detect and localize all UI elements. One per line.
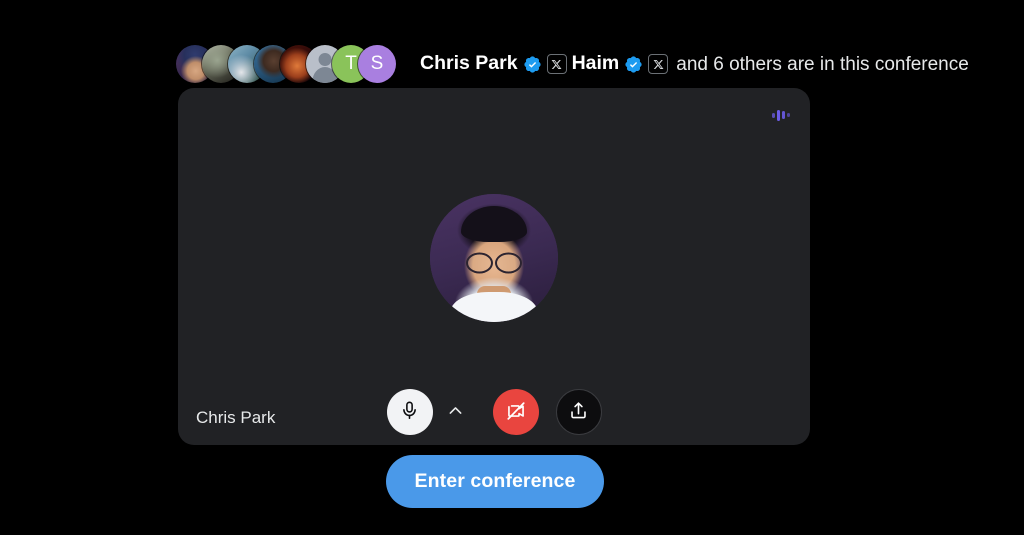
others-summary-label: and 6 others are in this conference (676, 53, 969, 75)
call-controls (178, 389, 810, 435)
conference-prejoin-screen: T S Chris Park Haim and 6 others are in … (0, 0, 1024, 535)
audio-level-indicator (772, 108, 790, 122)
camera-toggle-button[interactable] (492, 389, 539, 435)
share-button[interactable] (555, 389, 602, 435)
speaker-one-name[interactable]: Chris Park (420, 54, 518, 74)
portrait-glasses (466, 252, 522, 274)
video-preview-panel: Chris Park (178, 88, 810, 445)
microphone-icon (399, 400, 420, 424)
mic-toggle-button[interactable] (386, 389, 433, 435)
audio-level-bar (782, 111, 785, 119)
portrait-collar (450, 292, 538, 322)
portrait-hair (461, 205, 527, 242)
avatar (430, 194, 558, 322)
default-person-icon (318, 52, 332, 66)
participant-avatar-stack[interactable]: T S (176, 42, 396, 86)
audio-level-bar (772, 112, 775, 118)
avatar-portrait (430, 194, 558, 322)
x-affiliate-badge-icon[interactable] (546, 54, 567, 74)
conference-participants-header: T S Chris Park Haim and 6 others are in … (176, 42, 969, 86)
share-upload-icon (568, 400, 589, 424)
stack-avatar-8[interactable]: S (358, 45, 396, 83)
chevron-up-icon (446, 401, 465, 423)
portrait-lens-left (466, 252, 493, 274)
audio-level-bar (787, 113, 790, 117)
verified-badge-icon (523, 55, 542, 74)
verified-badge-icon-2 (624, 55, 643, 74)
x-affiliate-badge-icon-2[interactable] (648, 54, 669, 74)
portrait-lens-right (495, 252, 522, 274)
participants-summary-text: Chris Park Haim and 6 others are in this… (420, 54, 969, 74)
mic-options-button[interactable] (441, 395, 471, 429)
enter-conference-button[interactable]: Enter conference (386, 455, 604, 508)
audio-level-bar (777, 109, 780, 121)
stack-avatar-8-initial: S (370, 53, 384, 74)
speaker-two-name[interactable]: Haim (572, 54, 620, 74)
camera-off-icon (505, 400, 527, 425)
